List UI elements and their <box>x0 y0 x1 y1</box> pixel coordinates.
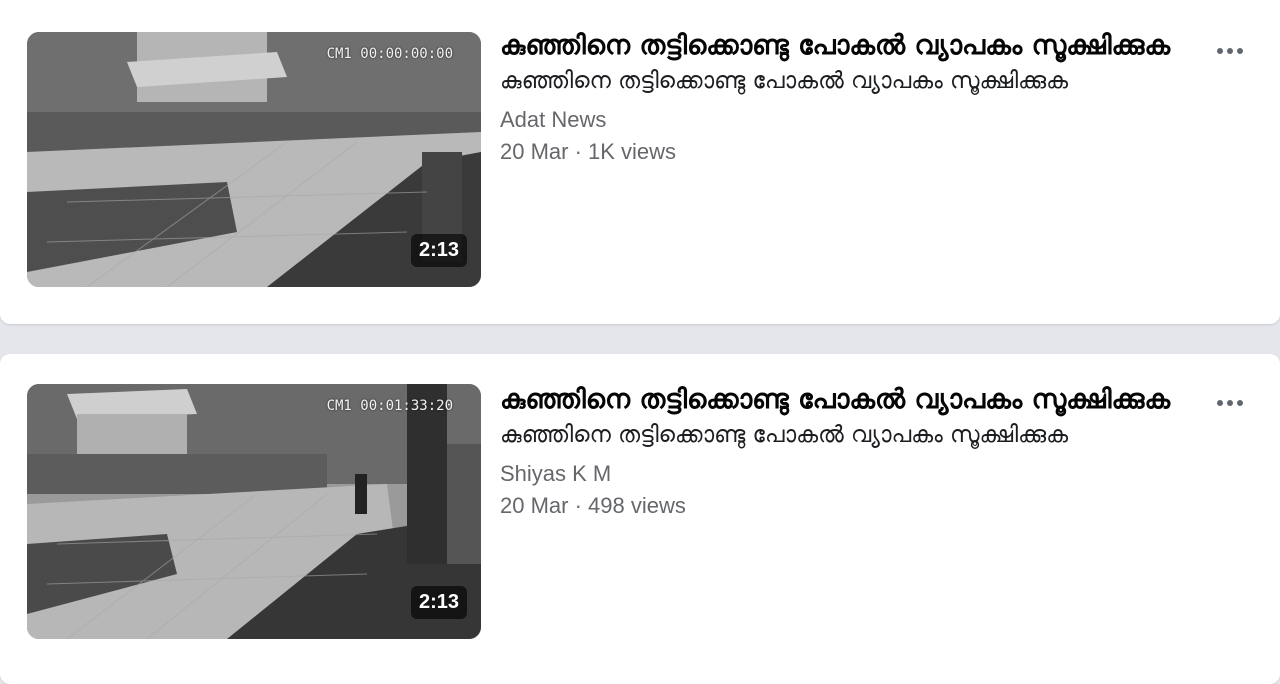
more-horizontal-icon <box>1217 48 1223 54</box>
video-meta: 20 Mar · 498 views <box>500 493 686 518</box>
video-thumbnail[interactable]: CM1 00:01:33:20 2:13 <box>27 384 481 639</box>
video-title[interactable]: കുഞ്ഞിനെ തട്ടിക്കൊണ്ടു പോകൽ വ്യാപകം സൂക്… <box>500 28 1180 64</box>
camera-timestamp: CM1 00:01:33:20 <box>326 398 453 414</box>
video-meta: 20 Mar · 1K views <box>500 139 677 164</box>
video-card[interactable]: CM1 00:00:00:00 2:13 കുഞ്ഞിനെ തട്ടിക്കൊണ… <box>0 0 1280 324</box>
video-description: കുഞ്ഞിനെ തട്ടിക്കൊണ്ടു പോകൽ വ്യാപകം സൂക്… <box>500 68 1069 94</box>
channel-name[interactable]: Adat News <box>500 105 1180 135</box>
more-horizontal-icon <box>1217 400 1223 406</box>
more-options-button[interactable] <box>1210 36 1250 66</box>
video-thumbnail[interactable]: CM1 00:00:00:00 2:13 <box>27 32 481 287</box>
video-duration-badge: 2:13 <box>410 234 467 267</box>
video-card[interactable]: CM1 00:01:33:20 2:13 കുഞ്ഞിനെ തട്ടിക്കൊണ… <box>0 354 1280 684</box>
channel-name[interactable]: Shiyas K M <box>500 459 1180 489</box>
video-description: കുഞ്ഞിനെ തട്ടിക്കൊണ്ടു പോകൽ വ്യാപകം സൂക്… <box>500 422 1069 448</box>
video-title[interactable]: കുഞ്ഞിനെ തട്ടിക്കൊണ്ടു പോകൽ വ്യാപകം സൂക്… <box>500 382 1180 418</box>
more-options-button[interactable] <box>1210 388 1250 418</box>
video-duration-badge: 2:13 <box>410 586 467 619</box>
camera-timestamp: CM1 00:00:00:00 <box>326 46 453 62</box>
